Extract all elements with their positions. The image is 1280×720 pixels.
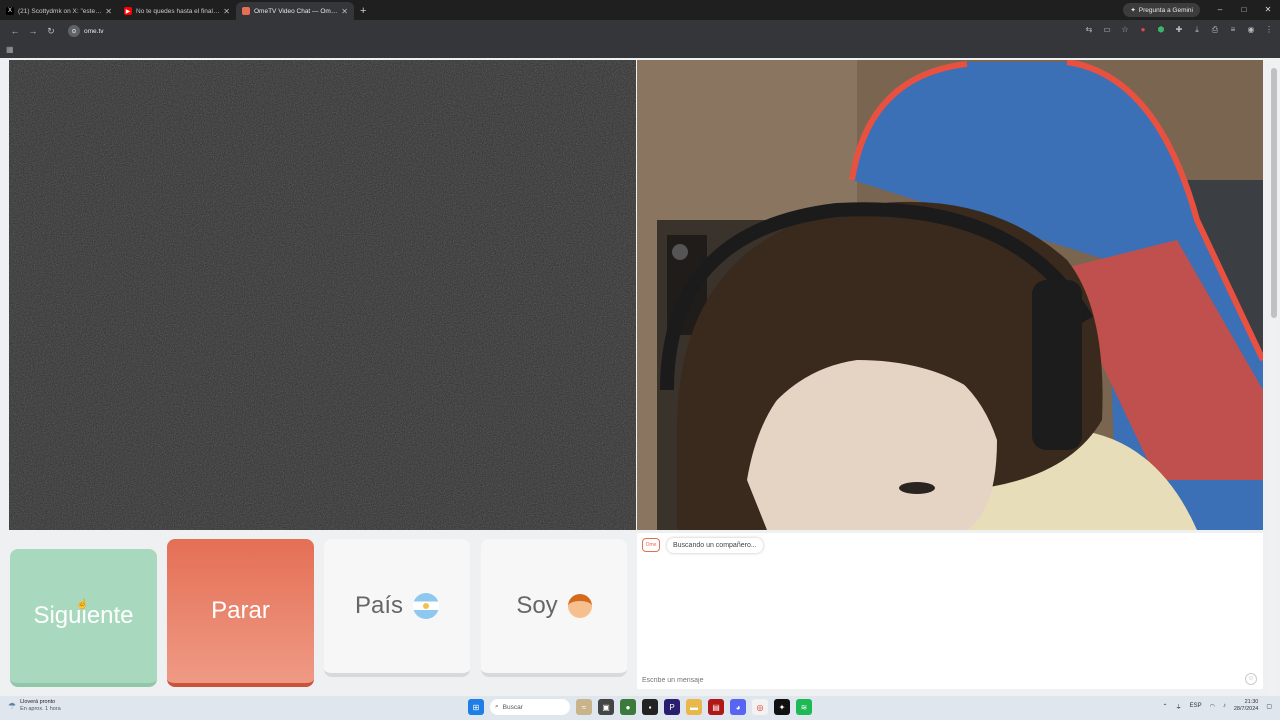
apps-grid-icon[interactable]: ▦ bbox=[6, 45, 14, 54]
volume-icon[interactable]: ♪ bbox=[1223, 703, 1226, 709]
app-icon-black[interactable]: ✦ bbox=[774, 699, 790, 715]
spotify-icon[interactable]: ≋ bbox=[796, 699, 812, 715]
toolbar-icons: ⇆ ▭ ☆ ● ⬢ ✚ ⤓ ⎙ ≡ ◉ ⋮ bbox=[1084, 24, 1274, 36]
windows-taskbar: ☂ Lloverá pronto En aprox. 1 hora ⊞ ⌕ Bu… bbox=[0, 696, 1280, 720]
site-info-icon[interactable]: ⊙ bbox=[68, 25, 80, 37]
webcam-scene bbox=[637, 60, 1263, 530]
page-scrollbar[interactable] bbox=[1270, 58, 1278, 696]
ometv-logo-icon: Ome bbox=[642, 538, 660, 552]
taskbar-apps: ⊞ ⌕ Buscar ≈ ▣ ● ▪ P ▬ ▤ ◕ ◎ ✦ ≋ bbox=[468, 699, 812, 715]
browser-tab-active[interactable]: OmeTV Video Chat — Ome… ✕ bbox=[236, 2, 354, 20]
app-icon-dark[interactable]: ▪ bbox=[642, 699, 658, 715]
close-window-button[interactable]: ✕ bbox=[1256, 0, 1280, 20]
app-icon-red[interactable]: ▤ bbox=[708, 699, 724, 715]
profile-icon[interactable]: ◉ bbox=[1246, 24, 1256, 36]
wifi-icon[interactable]: ◠ bbox=[1210, 703, 1215, 710]
boy-emoji-icon bbox=[567, 594, 592, 618]
translate-icon[interactable]: ⇆ bbox=[1084, 24, 1094, 36]
gender-button[interactable]: Soy bbox=[481, 539, 627, 677]
stop-button-label: Parar bbox=[211, 597, 270, 624]
stop-button[interactable]: Parar bbox=[167, 539, 314, 687]
chrome-icon[interactable]: ◎ bbox=[752, 699, 768, 715]
extension-green-icon[interactable]: ⬢ bbox=[1156, 24, 1166, 36]
window-controls: – □ ✕ bbox=[1208, 0, 1280, 20]
app-icon-green[interactable]: ● bbox=[620, 699, 636, 715]
mouse-cursor-icon: ☝ bbox=[76, 599, 89, 610]
minimize-button[interactable]: – bbox=[1208, 0, 1232, 20]
youtube-favicon-icon: ▶ bbox=[124, 7, 132, 15]
browser-tab[interactable]: X (21) Scottydmk on X: "este es d… ✕ bbox=[0, 2, 118, 20]
gender-button-label: Soy bbox=[516, 592, 558, 619]
country-button-label: País bbox=[354, 592, 404, 619]
windows-start-icon[interactable]: ⊞ bbox=[468, 699, 484, 715]
tab-title: (21) Scottydmk on X: "este es d… bbox=[18, 7, 102, 15]
address-bar[interactable]: ⊙ ome.tv bbox=[66, 23, 1106, 39]
country-button[interactable]: País bbox=[324, 539, 470, 677]
print-icon[interactable]: ⎙ bbox=[1210, 24, 1220, 36]
gemini-label: Pregunta a Gemini bbox=[1138, 6, 1193, 14]
clock-date: 28/7/2024 bbox=[1233, 706, 1259, 712]
tab-strip: X (21) Scottydmk on X: "este es d… ✕ ▶ N… bbox=[0, 0, 1280, 20]
keyboard-language[interactable]: ESP bbox=[1190, 703, 1202, 709]
tab-title: OmeTV Video Chat — Ome… bbox=[254, 7, 339, 15]
media-icon[interactable]: ≡ bbox=[1228, 24, 1238, 36]
gemini-button[interactable]: ✦ Pregunta a Gemini bbox=[1123, 3, 1200, 17]
search-icon: ⌕ bbox=[495, 703, 499, 710]
self-webcam-video bbox=[637, 60, 1263, 530]
chat-panel: Ome Buscando un compañero... ☺ bbox=[637, 533, 1263, 689]
maximize-button[interactable]: □ bbox=[1232, 0, 1256, 20]
clock-time: 21:30 bbox=[1244, 699, 1259, 705]
tab-title: No te quedes hasta el final #g… bbox=[136, 7, 221, 15]
url-text: ome.tv bbox=[84, 27, 104, 35]
usb-icon[interactable]: ⏚ bbox=[1176, 702, 1182, 711]
chat-message-input[interactable] bbox=[642, 673, 1222, 687]
chat-status-message: Buscando un compañero... bbox=[667, 538, 763, 553]
tray-chevron-icon[interactable]: ⌃ bbox=[1163, 703, 1168, 710]
ometv-page: Siguiente Parar País Soy ☝ Ome Buscando … bbox=[0, 58, 1280, 696]
weather-title: Lloverá pronto bbox=[20, 699, 56, 705]
gemini-icon: ✦ bbox=[1130, 7, 1136, 14]
news-widget-icon[interactable]: ≈ bbox=[576, 699, 592, 715]
discord-icon[interactable]: ◕ bbox=[730, 699, 746, 715]
new-tab-button[interactable]: + bbox=[360, 2, 366, 20]
extensions-icon[interactable]: ✚ bbox=[1174, 24, 1184, 36]
bookmarks-bar: ▦ bbox=[0, 42, 1280, 58]
download-icon[interactable]: ⤓ bbox=[1192, 24, 1202, 36]
argentina-flag-icon bbox=[413, 593, 440, 619]
extension-red-icon[interactable]: ● bbox=[1138, 24, 1148, 36]
taskbar-search[interactable]: ⌕ Buscar bbox=[490, 699, 570, 715]
search-label: Buscar bbox=[502, 703, 523, 711]
close-tab-icon[interactable]: ✕ bbox=[341, 7, 348, 16]
ometv-favicon-icon bbox=[242, 7, 250, 15]
file-explorer-icon[interactable]: ▬ bbox=[686, 699, 702, 715]
task-view-icon[interactable]: ▣ bbox=[598, 699, 614, 715]
clock[interactable]: 21:30 28/7/2024 bbox=[1234, 699, 1258, 713]
system-tray: ⌃ ⏚ ESP ◠ ♪ 21:30 28/7/2024 ▢ bbox=[1163, 699, 1272, 713]
weather-subtitle: En aprox. 1 hora bbox=[20, 706, 61, 712]
forward-arrow-icon[interactable]: → bbox=[24, 26, 42, 36]
next-button[interactable]: Siguiente bbox=[10, 549, 157, 687]
bookmark-star-icon[interactable]: ☆ bbox=[1120, 24, 1130, 36]
weather-widget[interactable]: ☂ Lloverá pronto En aprox. 1 hora bbox=[8, 699, 61, 713]
menu-icon[interactable]: ⋮ bbox=[1264, 24, 1274, 36]
premiere-icon[interactable]: P bbox=[664, 699, 680, 715]
video-noise bbox=[9, 60, 636, 530]
reload-icon[interactable]: ↻ bbox=[42, 26, 60, 37]
x-favicon-icon: X bbox=[6, 7, 14, 15]
close-tab-icon[interactable]: ✕ bbox=[105, 7, 112, 16]
close-tab-icon[interactable]: ✕ bbox=[223, 7, 230, 16]
scrollbar-thumb[interactable] bbox=[1271, 68, 1277, 318]
partner-video-static bbox=[9, 60, 636, 530]
cast-icon[interactable]: ▭ bbox=[1102, 24, 1112, 36]
back-arrow-icon[interactable]: ← bbox=[6, 26, 24, 36]
emoji-icon[interactable]: ☺ bbox=[1245, 673, 1257, 685]
browser-tab[interactable]: ▶ No te quedes hasta el final #g… ✕ bbox=[118, 2, 236, 20]
rain-cloud-icon: ☂ bbox=[8, 700, 17, 711]
notification-icon[interactable]: ▢ bbox=[1266, 703, 1272, 710]
